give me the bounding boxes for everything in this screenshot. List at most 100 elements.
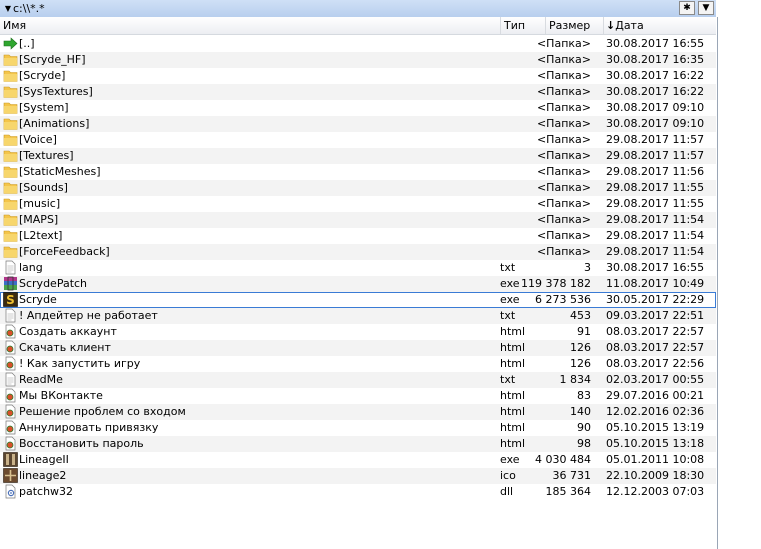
file-size: <Папка> [536, 53, 591, 66]
file-size: 140 [570, 405, 591, 418]
file-name: Решение проблем со входом [19, 405, 186, 418]
file-row[interactable]: ! Апдейтер не работает txt 453 09.03.2017 2… [0, 308, 716, 324]
file-date: 30.05.2017 22:29 [606, 293, 705, 306]
file-size: 98 [577, 437, 591, 450]
folder-icon [3, 212, 18, 227]
file-row[interactable]: ! Как запустить игру html 126 08.03.2017 22… [0, 356, 716, 372]
file-name: patchw32 [19, 485, 74, 498]
file-row[interactable]: [Textures] <Папка> 29.08.2017 11:57 [0, 148, 716, 164]
file-date: 09.03.2017 22:51 [606, 309, 705, 322]
column-type[interactable]: Тип [504, 19, 525, 32]
file-row[interactable]: [StaticMeshes] <Папка> 29.08.2017 11:56 [0, 164, 716, 180]
file-row[interactable]: Аннулировать привязку html 90 05.10.2015 13… [0, 420, 716, 436]
file-name: Скачать клиент [19, 341, 111, 354]
file-panel[interactable]: Имя Тип Размер ↓Дата [..] <Папка> 30.08.20… [0, 17, 718, 549]
file-name: [L2text] [19, 229, 63, 242]
file-size: <Папка> [536, 213, 591, 226]
file-row[interactable]: [Scryde] <Папка> 30.08.2017 16:22 [0, 68, 716, 84]
file-row[interactable]: LineageII exe 4 030 484 05.01.2011 10:08 [0, 452, 716, 468]
dll-file-icon [3, 484, 18, 499]
file-row[interactable]: [SysTextures] <Папка> 30.08.2017 16:22 [0, 84, 716, 100]
file-row[interactable]: Создать аккаунт html 91 08.03.2017 22:57 [0, 324, 716, 340]
file-name: Мы ВКонтакте [19, 389, 103, 402]
file-row[interactable]: [..] <Папка> 30.08.2017 16:55 [0, 36, 716, 52]
file-size: 126 [570, 357, 591, 370]
file-size: 91 [577, 325, 591, 338]
html-file-icon [3, 324, 18, 339]
html-file-icon [3, 420, 18, 435]
file-name: [Sounds] [19, 181, 68, 194]
file-name: [Scryde] [19, 69, 66, 82]
file-date: 29.08.2017 11:56 [606, 165, 705, 178]
history-button[interactable]: ▼ [698, 1, 714, 15]
file-type: exe [500, 293, 520, 306]
file-row[interactable]: [MAPS] <Папка> 29.08.2017 11:54 [0, 212, 716, 228]
column-name[interactable]: Имя [3, 19, 26, 32]
file-type: txt [500, 261, 516, 274]
asterisk-icon: ✱ [683, 3, 691, 13]
folder-icon [3, 52, 18, 67]
file-name: [Animations] [19, 117, 90, 130]
file-row[interactable]: [Sounds] <Папка> 29.08.2017 11:55 [0, 180, 716, 196]
file-row[interactable]: [System] <Папка> 30.08.2017 09:10 [0, 100, 716, 116]
file-row[interactable]: ReadMe txt 1 834 02.03.2017 00:55 [0, 372, 716, 388]
file-size: <Папка> [536, 181, 591, 194]
file-name: [System] [19, 101, 69, 114]
column-size[interactable]: Размер [549, 19, 590, 32]
file-date: 08.03.2017 22:57 [606, 341, 705, 354]
file-row[interactable]: Решение проблем со входом html 140 12.02.20… [0, 404, 716, 420]
file-type: html [500, 437, 526, 450]
file-row[interactable]: [L2text] <Папка> 29.08.2017 11:54 [0, 228, 716, 244]
file-type: html [500, 389, 526, 402]
path-bar[interactable]: ▼ c:\\*.* [0, 0, 716, 18]
file-row[interactable]: S Scryde exe 6 273 536 30.05.2017 22:29 [0, 292, 716, 308]
file-row[interactable]: lineage2 ico 36 731 22.10.2009 18:30 [0, 468, 716, 484]
file-name: lineage2 [19, 469, 67, 482]
file-row[interactable]: ScrydePatch exe 119 378 182 11.08.2017 10:4… [0, 276, 716, 292]
column-date[interactable]: ↓Дата [606, 19, 644, 32]
file-row[interactable]: Восстановить пароль html 98 05.10.2015 13:1… [0, 436, 716, 452]
file-date: 11.08.2017 10:49 [606, 277, 705, 290]
file-size: 6 273 536 [535, 293, 591, 306]
file-size: 119 378 182 [521, 277, 591, 290]
file-name: [MAPS] [19, 213, 59, 226]
file-type: ico [500, 469, 516, 482]
file-row[interactable]: lang txt 3 30.08.2017 16:55 [0, 260, 716, 276]
file-row[interactable]: [Voice] <Папка> 29.08.2017 11:57 [0, 132, 716, 148]
folder-icon [3, 148, 18, 163]
file-date: 30.08.2017 16:55 [606, 261, 705, 274]
file-name: [Textures] [19, 149, 74, 162]
file-row[interactable]: Мы ВКонтакте html 83 29.07.2016 00:21 [0, 388, 716, 404]
file-row[interactable]: [ForceFeedback] <Папка> 29.08.2017 11:54 [0, 244, 716, 260]
file-name: [..] [19, 37, 35, 50]
file-name: [ForceFeedback] [19, 245, 110, 258]
file-row[interactable]: [Animations] <Папка> 30.08.2017 09:10 [0, 116, 716, 132]
file-row[interactable]: Скачать клиент html 126 08.03.2017 22:57 [0, 340, 716, 356]
folder-icon [3, 164, 18, 179]
file-size: <Папка> [536, 85, 591, 98]
html-file-icon [3, 340, 18, 355]
text-file-icon [3, 260, 18, 275]
file-row[interactable]: [music] <Папка> 29.08.2017 11:55 [0, 196, 716, 212]
folder-icon [3, 68, 18, 83]
favorites-button[interactable]: ✱ [679, 1, 695, 15]
svg-text:S: S [6, 293, 15, 307]
file-size: 453 [570, 309, 591, 322]
archive-exe-icon [3, 276, 18, 291]
file-type: html [500, 325, 526, 338]
file-type: txt [500, 309, 516, 322]
file-date: 12.02.2016 02:36 [606, 405, 705, 418]
file-row[interactable]: [Scryde_HF] <Папка> 30.08.2017 16:35 [0, 52, 716, 68]
file-size: <Папка> [536, 197, 591, 210]
file-date: 08.03.2017 22:57 [606, 325, 705, 338]
folder-icon [3, 180, 18, 195]
file-date: 29.08.2017 11:57 [606, 133, 705, 146]
folder-icon [3, 244, 18, 259]
file-size: <Папка> [536, 117, 591, 130]
file-row[interactable]: patchw32 dll 185 364 12.12.2003 07:03 [0, 484, 716, 500]
file-size: 126 [570, 341, 591, 354]
folder-icon [3, 116, 18, 131]
file-size: <Папка> [536, 37, 591, 50]
file-size: <Папка> [536, 245, 591, 258]
file-size: 1 834 [559, 373, 592, 386]
